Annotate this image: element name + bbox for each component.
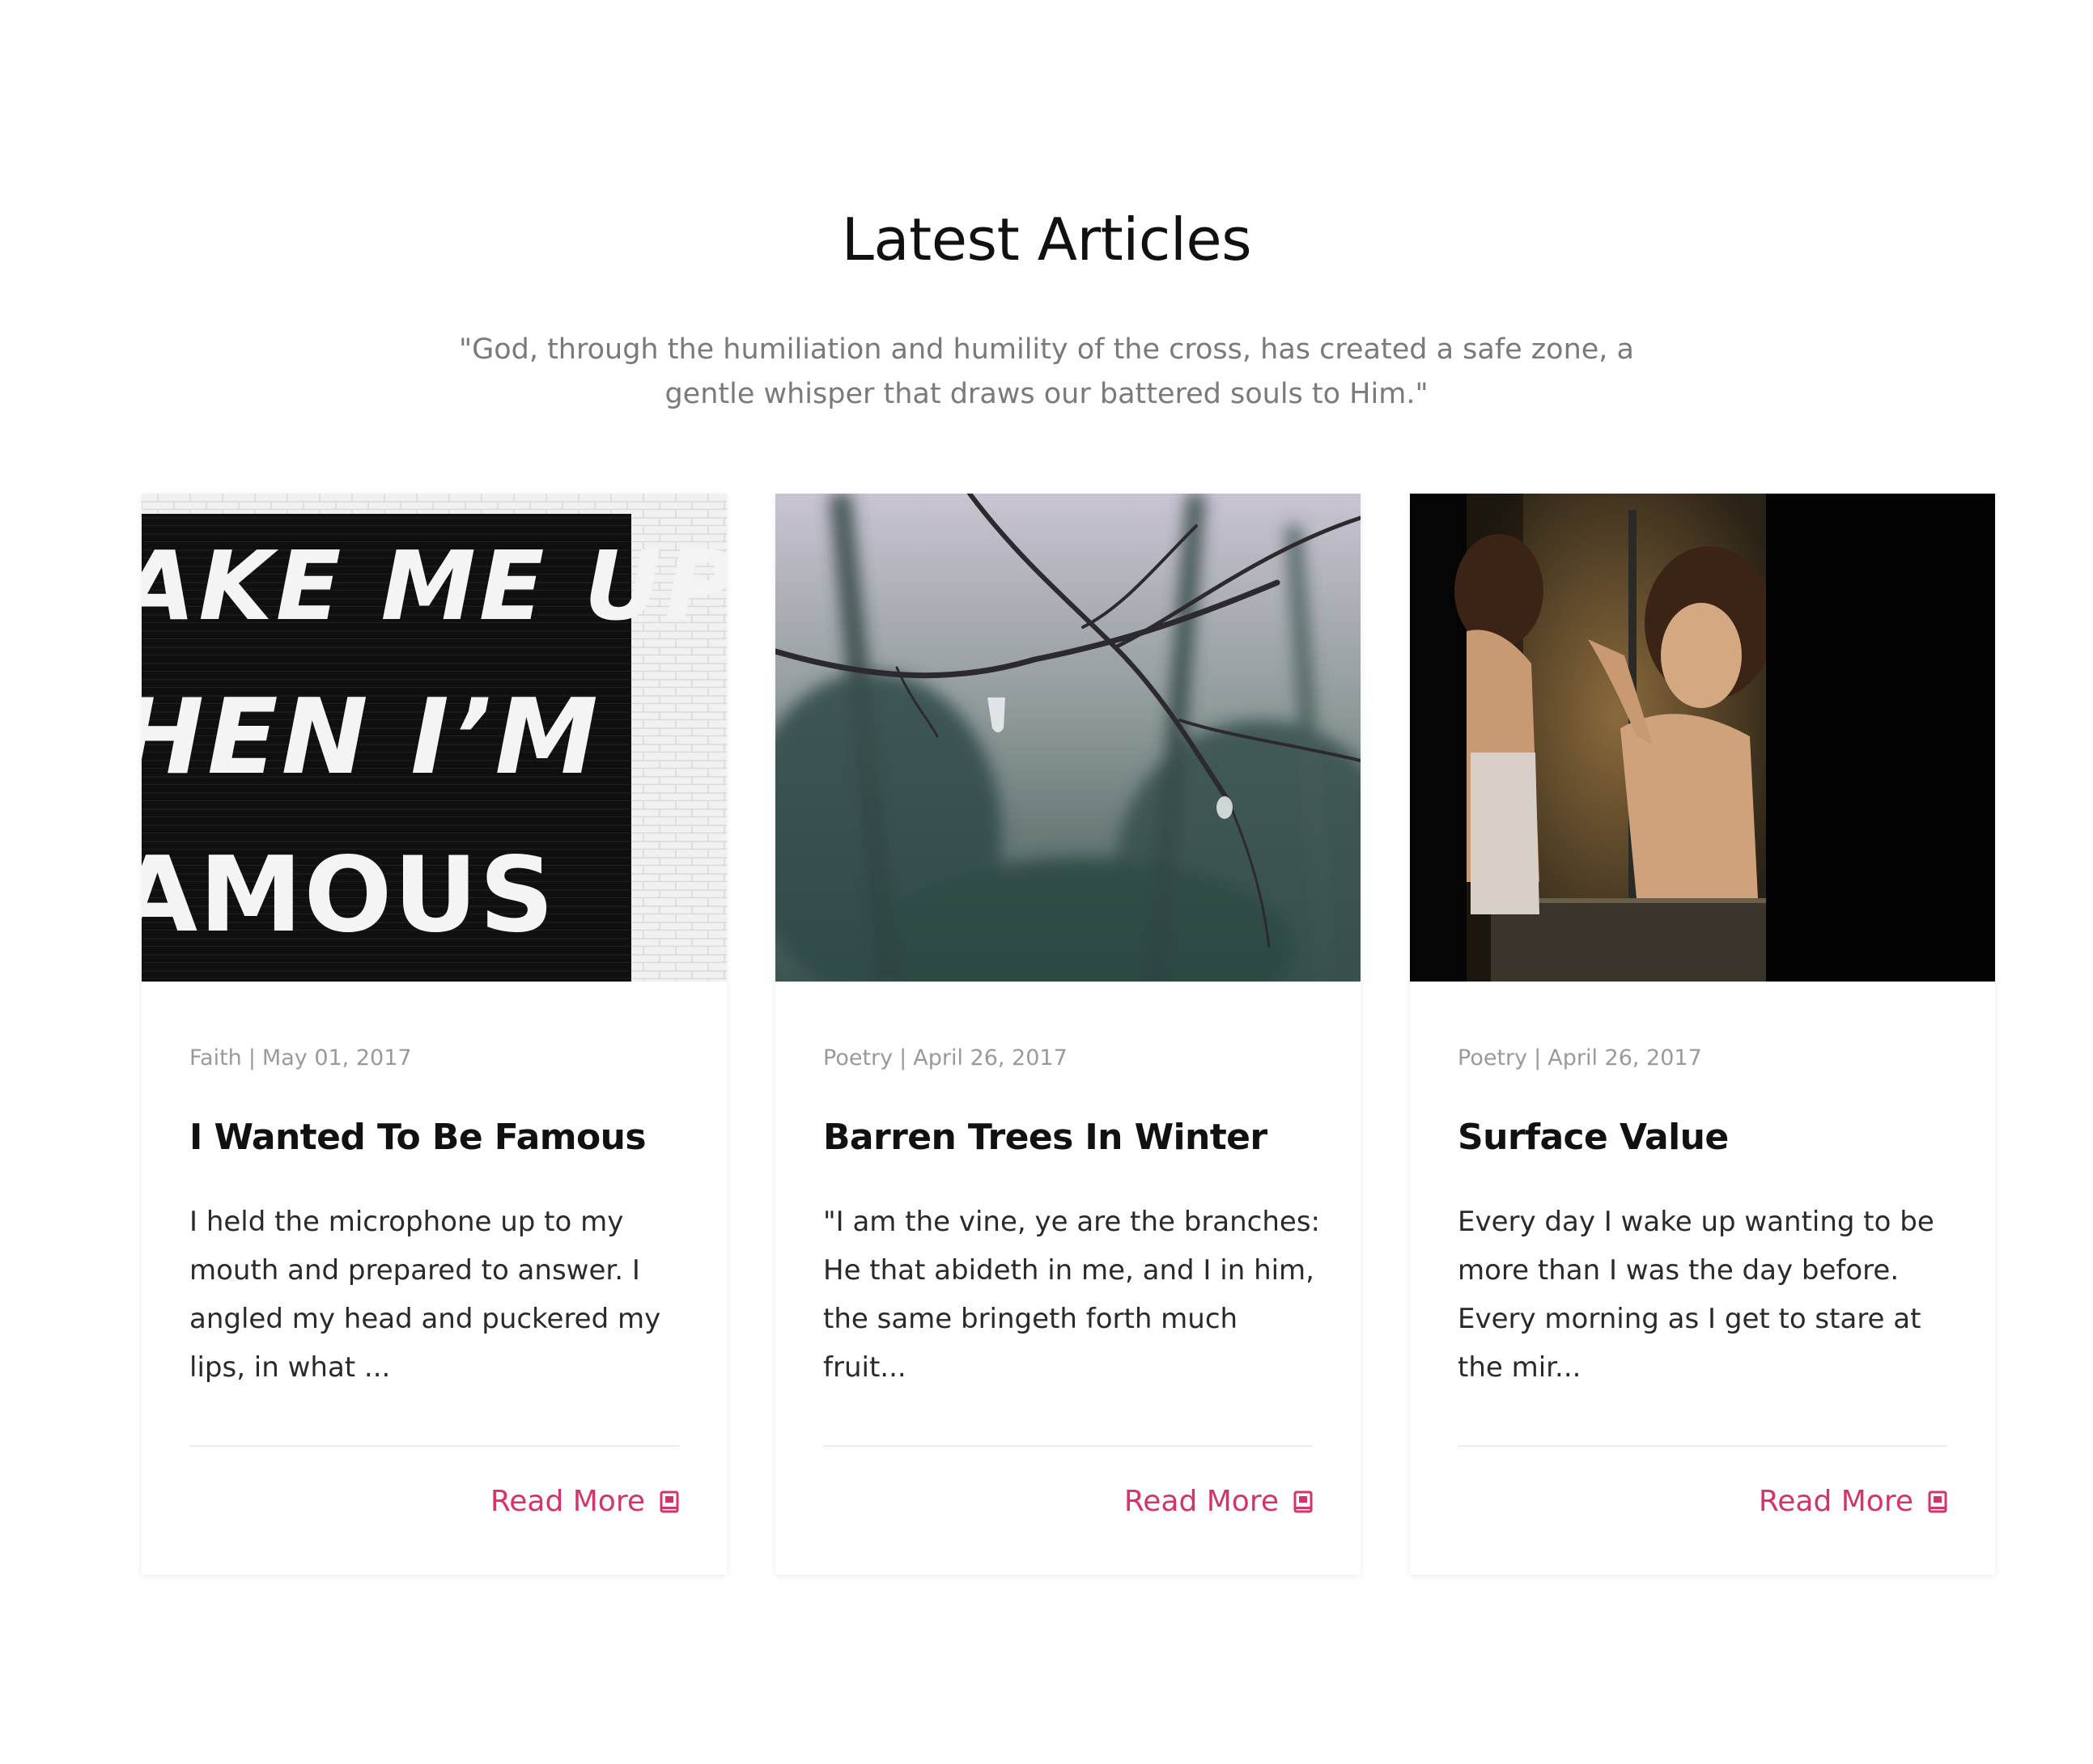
article-category[interactable]: Faith — [189, 1045, 242, 1071]
article-card-surface-value[interactable]: Poetry | April 26, 2017 Surface Value Ever… — [1410, 494, 1995, 1575]
article-card-barren-trees[interactable]: Poetry | April 26, 2017 Barren Trees In Wi… — [775, 494, 1361, 1575]
card-divider — [823, 1445, 1313, 1447]
article-date: April 26, 2017 — [913, 1045, 1068, 1071]
book-icon — [1293, 1490, 1313, 1513]
article-category[interactable]: Poetry — [1458, 1045, 1527, 1071]
section-title: Latest Articles — [841, 206, 1252, 274]
read-more-link[interactable]: Read More — [1759, 1485, 1947, 1518]
meta-separator: | — [899, 1045, 907, 1071]
article-title[interactable]: I Wanted To Be Famous — [189, 1117, 691, 1158]
card-divider — [1458, 1445, 1947, 1447]
meta-separator: | — [1534, 1045, 1542, 1071]
article-excerpt: "I am the vine, ye are the branches: He … — [823, 1206, 1321, 1384]
book-icon — [1928, 1490, 1947, 1513]
meta-separator: | — [248, 1045, 256, 1071]
read-more-link[interactable]: Read More — [1124, 1485, 1313, 1518]
article-date: April 26, 2017 — [1547, 1045, 1702, 1071]
article-excerpt: Every day I wake up wanting to be more t… — [1458, 1206, 1934, 1384]
article-category[interactable]: Poetry — [823, 1045, 893, 1071]
card-divider — [189, 1445, 679, 1447]
image-sign-line-2: HEN I’M — [142, 677, 601, 798]
article-title[interactable]: Barren Trees In Winter — [823, 1117, 1325, 1158]
article-card-famous[interactable]: AKE ME UP HEN I’M AMOUS Faith | May 01, 20… — [142, 494, 727, 1575]
article-image-famous[interactable]: AKE ME UP HEN I’M AMOUS — [142, 494, 727, 982]
read-more-link[interactable]: Read More — [490, 1485, 679, 1518]
article-image-barren-trees[interactable] — [775, 494, 1361, 982]
read-more-label: Read More — [1758, 1485, 1913, 1518]
read-more-label: Read More — [490, 1485, 645, 1518]
read-more-label: Read More — [1123, 1485, 1279, 1518]
article-date: May 01, 2017 — [261, 1045, 412, 1071]
image-sign-line-1: AKE ME UP — [142, 530, 727, 642]
article-image-surface-value[interactable] — [1410, 494, 1995, 982]
article-title[interactable]: Surface Value — [1458, 1117, 1959, 1158]
section-quote: "God, through the humiliation and humili… — [458, 333, 1635, 410]
article-meta: Poetry | April 26, 2017 — [823, 1045, 1068, 1071]
book-icon — [660, 1490, 679, 1513]
article-excerpt: I held the microphone up to my mouth and… — [189, 1206, 661, 1384]
article-meta: Faith | May 01, 2017 — [189, 1045, 412, 1071]
image-sign-line-3: AMOUS — [142, 835, 555, 956]
article-meta: Poetry | April 26, 2017 — [1458, 1045, 1702, 1071]
